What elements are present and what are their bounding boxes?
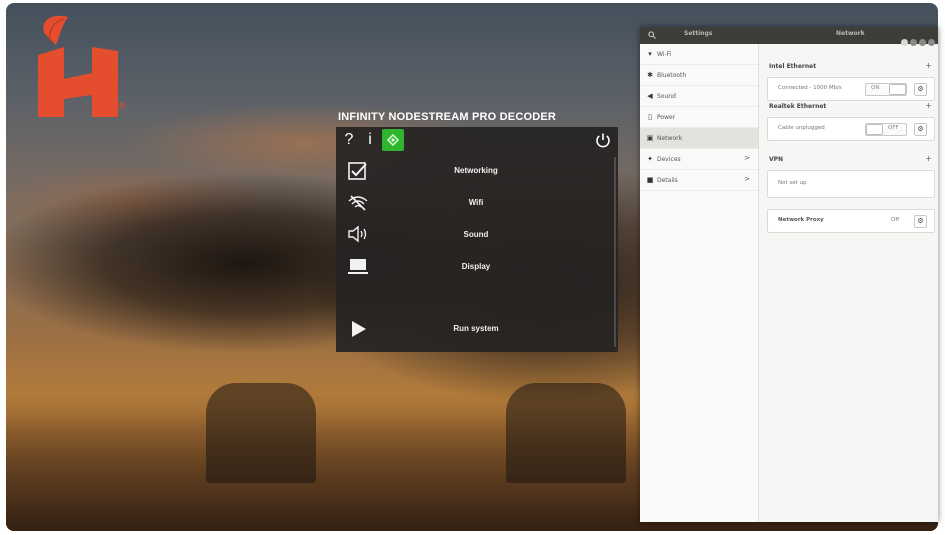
search-icon[interactable]: [648, 31, 656, 39]
checkbox-checked-icon[interactable]: [346, 161, 370, 181]
realtek-ethernet-heading: Realtek Ethernet: [769, 103, 827, 110]
toggle-label: OFF: [888, 125, 899, 131]
sidebar-item-label: Power: [657, 113, 676, 121]
realtek-ethernet-status: Cable unplugged: [778, 125, 825, 131]
sidebar-item-details[interactable]: ■ Details >: [640, 170, 758, 191]
sidebar-item-label: Bluetooth: [657, 71, 687, 79]
add-realtek-ethernet-button[interactable]: +: [925, 101, 932, 110]
gear-icon: ⚙: [917, 217, 924, 225]
add-vpn-button[interactable]: +: [925, 154, 932, 163]
realtek-ethernet-toggle[interactable]: OFF: [865, 123, 907, 136]
sidebar-item-power[interactable]: ▯ Power: [640, 107, 758, 128]
gear-icon: ⚙: [917, 85, 924, 93]
settings-app-title: Settings: [684, 30, 713, 37]
chevron-right-icon: >: [744, 154, 750, 162]
decoder-panel: ? i Networking Wifi Sound Display Run sy…: [336, 127, 618, 352]
vpn-status: Not set up: [778, 180, 807, 186]
speaker-icon[interactable]: [346, 224, 370, 244]
vpn-heading: VPN: [769, 156, 784, 163]
dish-tower-left: [206, 383, 316, 483]
bluetooth-icon: ✱: [647, 71, 653, 79]
sound-label: Sound: [463, 230, 489, 239]
dish-tower-right: [506, 383, 626, 483]
sidebar-item-wifi[interactable]: ▾ Wi-Fi: [640, 44, 758, 65]
sidebar-item-devices[interactable]: ✦ Devices >: [640, 149, 758, 170]
network-proxy-label: Network Proxy: [778, 217, 824, 223]
settings-section-title: Network: [836, 30, 865, 37]
gear-icon: ⚙: [917, 125, 924, 133]
network-status-icon: [386, 133, 400, 147]
realtek-ethernet-row: Cable unplugged OFF ⚙: [767, 117, 935, 141]
toggle-knob: [866, 124, 883, 135]
decoder-title: INFINITY NODESTREAM PRO DECODER: [338, 111, 557, 123]
settings-window: Settings Network ▾ Wi-Fi ✱ Bluetooth ◀ S…: [640, 27, 938, 522]
realtek-ethernet-settings-button[interactable]: ⚙: [914, 123, 927, 136]
wifi-label: Wifi: [468, 198, 484, 207]
network-icon: ▣: [646, 134, 654, 142]
sidebar-item-label: Wi-Fi: [657, 50, 672, 58]
play-icon[interactable]: [346, 319, 370, 339]
wifi-icon: ▾: [648, 50, 652, 58]
intel-ethernet-toggle[interactable]: ON: [865, 83, 907, 96]
sidebar-item-sound[interactable]: ◀ Sound: [640, 86, 758, 107]
network-proxy-settings-button[interactable]: ⚙: [914, 215, 927, 228]
intel-ethernet-settings-button[interactable]: ⚙: [914, 83, 927, 96]
network-status-button[interactable]: [382, 129, 404, 151]
networking-label: Networking: [454, 166, 498, 175]
add-intel-ethernet-button[interactable]: +: [925, 61, 932, 70]
sidebar-item-label: Network: [657, 134, 683, 142]
sidebar-item-label: Sound: [657, 92, 676, 100]
sidebar-item-label: Devices: [657, 155, 681, 163]
help-button[interactable]: ?: [340, 129, 358, 151]
intel-ethernet-heading: Intel Ethernet: [769, 63, 817, 70]
power-icon[interactable]: [594, 131, 612, 149]
intel-ethernet-row: Connected - 1000 Mb/s ON ⚙: [767, 77, 935, 101]
speaker-icon: ◀: [647, 92, 653, 100]
decoder-scrollbar[interactable]: [614, 157, 616, 347]
wifi-off-icon[interactable]: [346, 193, 370, 213]
settings-sidebar: ▾ Wi-Fi ✱ Bluetooth ◀ Sound ▯ Power ▣ Ne…: [640, 44, 759, 522]
toggle-label: ON: [871, 85, 880, 91]
registered-mark: ®: [117, 101, 127, 112]
chevron-right-icon: >: [744, 175, 750, 183]
sidebar-item-bluetooth[interactable]: ✱ Bluetooth: [640, 65, 758, 86]
details-icon: ■: [646, 176, 654, 184]
vpn-row: Not set up: [767, 170, 935, 198]
info-button[interactable]: i: [361, 129, 379, 151]
display-label: Display: [461, 262, 491, 271]
run-system-label: Run system: [453, 324, 499, 333]
sidebar-item-network[interactable]: ▣ Network: [640, 128, 758, 149]
toggle-knob: [889, 84, 906, 95]
intel-ethernet-status: Connected - 1000 Mb/s: [778, 85, 842, 91]
settings-header: Settings Network: [640, 27, 938, 46]
network-proxy-row[interactable]: Network Proxy Off ⚙: [767, 209, 935, 233]
sidebar-item-label: Details: [657, 176, 678, 184]
network-proxy-value: Off: [891, 217, 900, 223]
monitor-icon[interactable]: [346, 256, 370, 276]
battery-icon: ▯: [648, 113, 652, 121]
settings-main: Intel Ethernet + Connected - 1000 Mb/s O…: [759, 44, 938, 522]
devices-icon: ✦: [647, 155, 653, 163]
